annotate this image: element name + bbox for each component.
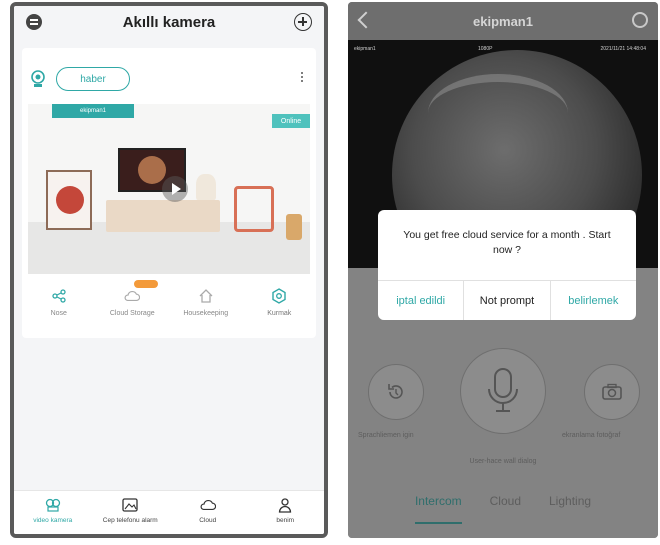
nav-benim[interactable]: benim — [247, 491, 325, 534]
cloud-offer-dialog: You get free cloud service for a month .… — [378, 210, 636, 320]
share-icon — [51, 288, 67, 304]
nav-video-kamera[interactable]: video kamera — [14, 491, 92, 534]
device-card: haber ekipman1 Online Nose Cloud Storage… — [22, 48, 316, 338]
nav-label: Cep telefonu alarm — [102, 517, 158, 524]
tab-cloud[interactable]: Cloud — [490, 494, 521, 524]
action-cloud-storage[interactable]: Cloud Storage — [96, 280, 170, 332]
action-label: Housekeeping — [183, 310, 229, 317]
back-icon[interactable] — [357, 11, 375, 29]
cloud-icon — [200, 497, 216, 513]
action-kurmak[interactable]: Kurmak — [243, 284, 317, 332]
tab-lighting[interactable]: Lighting — [549, 494, 591, 524]
preview-painting — [46, 170, 92, 230]
action-label: Nose — [50, 310, 67, 317]
screenshot-label: ekranlama fotoğraf — [562, 432, 621, 439]
osd-device-name: ekipman1 — [354, 46, 376, 52]
camera-device-icon — [31, 70, 45, 87]
replay-icon — [388, 384, 403, 399]
nav-label: video kamera — [33, 517, 73, 524]
gear-icon[interactable] — [632, 12, 648, 28]
playback-label: Sprachliemen igin — [358, 432, 414, 439]
add-device-icon[interactable] — [294, 13, 312, 31]
preview-side-table — [286, 214, 302, 240]
camera-icon — [45, 497, 61, 513]
nav-label: benim — [276, 517, 295, 524]
screenshot-button[interactable] — [584, 364, 640, 420]
home-header: Akıllı kamera — [14, 6, 324, 38]
nav-label: Cloud — [199, 517, 217, 524]
action-nose[interactable]: Nose — [22, 284, 96, 332]
device-title: ekipman1 — [473, 13, 533, 29]
confirm-button[interactable]: belirlemek — [551, 281, 636, 320]
osd-resolution: 1080P — [478, 46, 493, 52]
nav-cep-telefonu-alarm[interactable]: Cep telefonu alarm — [92, 491, 170, 534]
app-title: Akıllı kamera — [122, 13, 216, 31]
promo-badge — [134, 280, 159, 288]
osd-timestamp: 2021/11/21 14:48:04 — [600, 46, 646, 52]
person-icon — [277, 497, 293, 513]
home-icon — [198, 288, 214, 304]
action-label: Kurmak — [267, 310, 292, 317]
play-icon[interactable] — [162, 176, 188, 202]
dialog-actions: iptal edildi Not prompt belirlemek — [378, 280, 636, 320]
image-icon — [122, 497, 138, 513]
camera-preview[interactable]: ekipman1 Online — [28, 104, 310, 274]
talk-hint: User-hace wall dialog — [469, 458, 537, 465]
nav-cloud[interactable]: Cloud — [169, 491, 247, 534]
bottom-tabs: Intercom Cloud Lighting — [348, 494, 658, 524]
tab-intercom[interactable]: Intercom — [414, 494, 462, 524]
more-options-icon[interactable] — [301, 72, 304, 84]
microphone-icon — [488, 368, 518, 412]
device-header: ekipman1 — [348, 2, 658, 40]
home-screen: Akıllı kamera haber ekipman1 Online Nose… — [10, 2, 328, 538]
status-badge: Online — [272, 114, 310, 128]
device-screen: ekipman1 ekipman1 1080P 2021/11/21 14:48… — [348, 2, 658, 538]
preview-console — [106, 200, 220, 232]
camera-icon — [602, 383, 622, 400]
action-housekeeping[interactable]: Housekeeping — [169, 284, 243, 332]
card-actions: Nose Cloud Storage Housekeeping Kurmak — [22, 280, 317, 332]
menu-icon[interactable] — [26, 14, 42, 30]
action-label: Cloud Storage — [109, 310, 155, 317]
talk-button[interactable] — [460, 348, 546, 434]
device-name-tag: ekipman1 — [52, 104, 134, 118]
cloud-icon — [124, 288, 141, 304]
playback-button[interactable] — [368, 364, 424, 420]
not-prompt-button[interactable]: Not prompt — [464, 281, 551, 320]
haber-button[interactable]: haber — [56, 67, 130, 91]
dialog-message: You get free cloud service for a month .… — [403, 229, 611, 256]
preview-vase — [196, 174, 216, 200]
cancel-button[interactable]: iptal edildi — [378, 281, 465, 320]
gear-icon — [271, 288, 287, 304]
preview-chair — [234, 186, 274, 232]
bottom-nav: video kamera Cep telefonu alarm Cloud be… — [14, 490, 324, 534]
